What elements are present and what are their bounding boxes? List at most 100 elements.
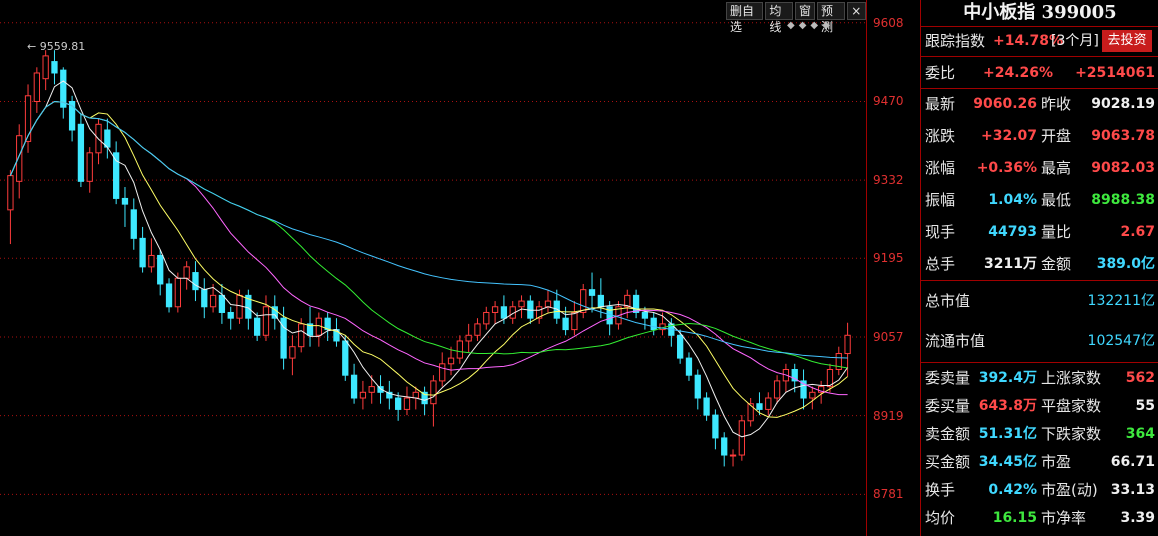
candle-up bbox=[262, 306, 270, 336]
candle-down bbox=[51, 61, 58, 74]
row-value: 8988.38 bbox=[1091, 192, 1155, 208]
panel-row: 换手 0.42% 市盈(动) 33.13 bbox=[921, 476, 1158, 504]
row-value: 2.67 bbox=[1120, 224, 1155, 240]
chart-toolbar: 删自选 均线 窗 预测 × bbox=[726, 2, 866, 34]
candle-up bbox=[16, 135, 23, 182]
candle-down bbox=[756, 403, 763, 410]
row-value: 55 bbox=[1135, 398, 1155, 414]
float-cap-label: 流通市值 bbox=[925, 332, 986, 350]
panel-row: 委卖量 392.4万 上涨家数 562 bbox=[921, 364, 1158, 392]
panel-row: 最新 9060.26 昨收 9028.19 bbox=[921, 88, 1158, 120]
quote-panel: 中小板指 399005 跟踪指数 +14.78% [3个月] 去投资 委比 +2… bbox=[920, 0, 1158, 536]
row-label: 市净率 bbox=[1041, 509, 1087, 527]
candle-up bbox=[174, 277, 181, 308]
candle-up bbox=[456, 340, 463, 359]
candle-up bbox=[368, 386, 375, 393]
invest-button[interactable]: 去投资 bbox=[1102, 30, 1152, 52]
delete-watchlist-button[interactable]: 删自选 bbox=[726, 2, 764, 34]
candle-up bbox=[518, 300, 525, 308]
divider bbox=[921, 362, 1158, 363]
panel-row: 涨跌 +32.07 开盘 9063.78 bbox=[921, 120, 1158, 152]
candle-up bbox=[298, 323, 305, 348]
candle-down bbox=[130, 209, 137, 239]
candle-up bbox=[439, 363, 446, 382]
candle-down bbox=[227, 311, 234, 319]
candle-up bbox=[236, 294, 243, 319]
row-value: 9028.19 bbox=[1091, 96, 1155, 112]
candle-down bbox=[139, 237, 146, 268]
forecast-button[interactable]: 预测 bbox=[816, 2, 845, 34]
divider bbox=[921, 56, 1158, 57]
total-cap-row: 总市值 132211亿 bbox=[921, 288, 1158, 314]
panel-row: 现手 44793 量比 2.67 bbox=[921, 216, 1158, 248]
row-value: 51.31亿 bbox=[978, 426, 1037, 442]
panel-title: 中小板指 399005 bbox=[921, 0, 1158, 27]
candle-up bbox=[412, 391, 419, 399]
row-label: 委卖量 bbox=[925, 369, 971, 387]
candle-up bbox=[148, 254, 155, 268]
row-label: 昨收 bbox=[1041, 95, 1072, 113]
candle-down bbox=[562, 317, 569, 331]
row-value: 44793 bbox=[988, 224, 1037, 240]
candle-down bbox=[254, 317, 261, 336]
row-value: 643.8万 bbox=[978, 398, 1037, 414]
candle-up bbox=[42, 55, 49, 80]
candle-up bbox=[571, 311, 578, 331]
total-cap-label: 总市值 bbox=[925, 292, 971, 310]
candle-down bbox=[165, 283, 173, 308]
track-label: 跟踪指数 bbox=[925, 32, 986, 50]
candle-up bbox=[844, 334, 851, 355]
candle-up bbox=[809, 391, 816, 399]
row-label: 换手 bbox=[925, 481, 956, 499]
row-value: 9063.78 bbox=[1091, 128, 1155, 144]
scroll-dots-icon[interactable]: ◆◆◆◆ bbox=[787, 20, 834, 31]
row-value: 16.15 bbox=[992, 510, 1037, 526]
row-label: 下跌家数 bbox=[1041, 425, 1102, 443]
candle-down bbox=[641, 311, 649, 319]
candle-down bbox=[121, 197, 129, 205]
row-label: 最低 bbox=[1041, 191, 1072, 209]
row-label: 最新 bbox=[925, 95, 956, 113]
row-label: 卖金额 bbox=[925, 425, 971, 443]
y-tick-label: 9057 bbox=[873, 329, 904, 344]
candle-down bbox=[201, 289, 208, 308]
row-value: +0.36% bbox=[976, 160, 1037, 176]
candle-down bbox=[350, 374, 358, 399]
candle-up bbox=[773, 380, 781, 399]
window-button[interactable]: 窗 bbox=[794, 2, 815, 20]
row-value: 389.0亿 bbox=[1096, 256, 1155, 272]
weibi-amount: +2514061 bbox=[1075, 65, 1155, 81]
ma-button[interactable]: 均线 bbox=[765, 2, 793, 34]
weibi-row: 委比 +24.26% +2514061 bbox=[921, 62, 1158, 84]
candle-up bbox=[430, 380, 437, 405]
candle-down bbox=[712, 414, 719, 439]
row-value: +32.07 bbox=[980, 128, 1037, 144]
y-tick-label: 9195 bbox=[873, 251, 904, 266]
candle-up bbox=[447, 357, 455, 365]
candle-up bbox=[483, 311, 490, 325]
kline-chart[interactable]: ← 9559.81 删自选 均线 窗 预测 × ◆◆◆◆ bbox=[0, 0, 866, 536]
candle-down bbox=[157, 254, 164, 285]
candle-down bbox=[685, 357, 693, 376]
row-value: 34.45亿 bbox=[978, 454, 1037, 470]
close-icon[interactable]: × bbox=[846, 2, 866, 20]
candle-down bbox=[588, 289, 596, 296]
row-value: 3211万 bbox=[984, 256, 1037, 272]
row-label: 上涨家数 bbox=[1041, 369, 1102, 387]
candle-down bbox=[77, 123, 85, 182]
row-label: 均价 bbox=[925, 509, 956, 527]
candle-up bbox=[7, 175, 14, 211]
row-value: 66.71 bbox=[1110, 454, 1155, 470]
weibi-pct: +24.26% bbox=[983, 65, 1054, 81]
row-label: 总手 bbox=[925, 255, 956, 273]
panel-row: 总手 3211万 金额 389.0亿 bbox=[921, 248, 1158, 280]
total-cap-value: 132211亿 bbox=[1087, 293, 1155, 309]
candle-down bbox=[721, 437, 728, 456]
float-cap-row: 流通市值 102547亿 bbox=[921, 328, 1158, 354]
row-label: 量比 bbox=[1041, 223, 1072, 241]
y-axis: 9608 9470 9332 9195 9057 8919 8781 bbox=[866, 0, 921, 536]
candle-down bbox=[597, 294, 604, 308]
candle-up bbox=[183, 266, 190, 279]
row-label: 振幅 bbox=[925, 191, 956, 209]
candle-down bbox=[500, 306, 508, 319]
